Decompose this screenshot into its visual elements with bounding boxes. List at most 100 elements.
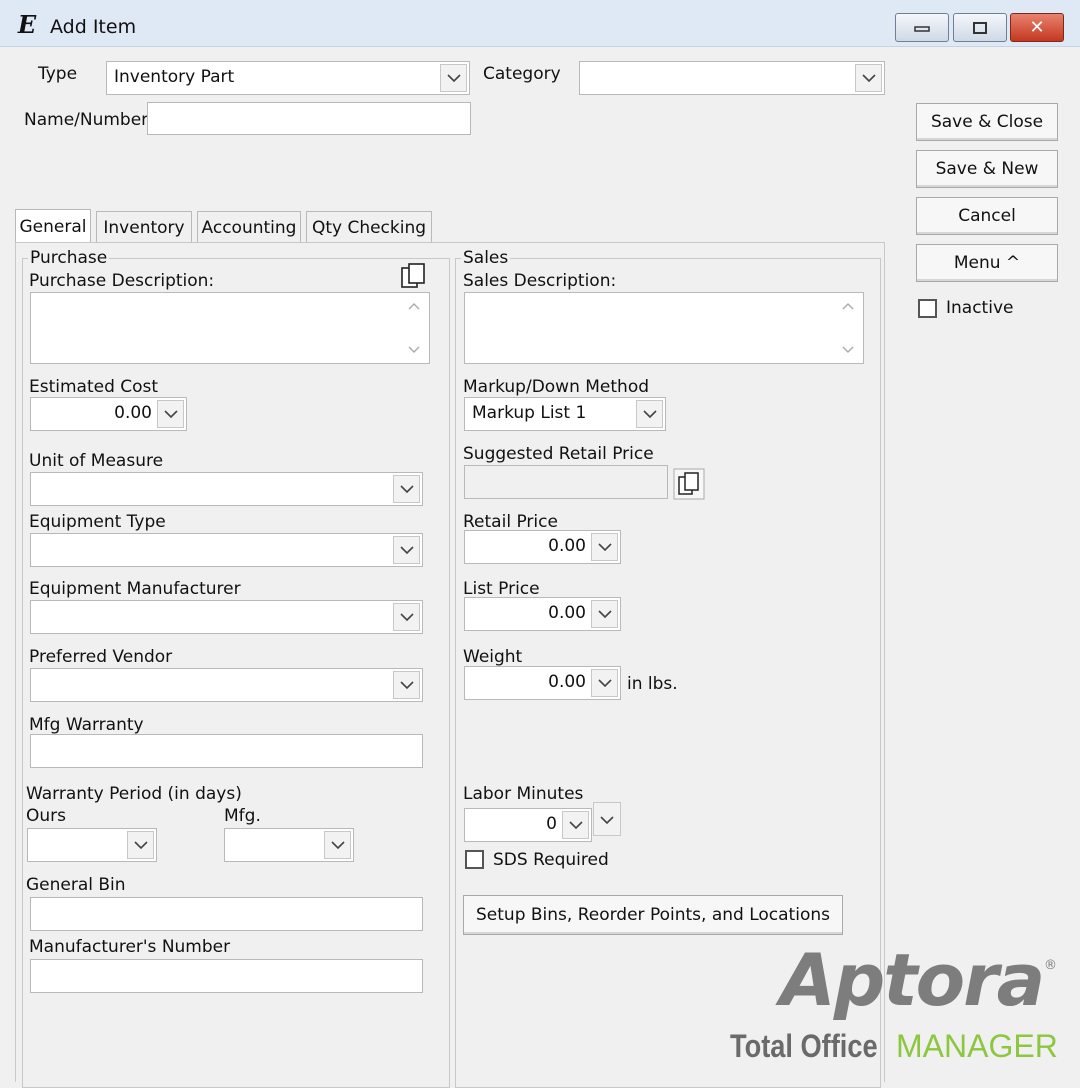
- labor-minutes-input[interactable]: 0: [464, 808, 592, 842]
- save-close-button[interactable]: Save & Close: [916, 103, 1058, 141]
- estimated-cost-label: Estimated Cost: [29, 377, 159, 397]
- suggested-retail-label: Suggested Retail Price: [463, 444, 654, 464]
- warranty-period-label: Warranty Period (in days): [26, 784, 242, 804]
- chevron-down-icon: [393, 603, 420, 631]
- type-label: Type: [38, 64, 78, 84]
- sds-required-checkbox[interactable]: [465, 850, 484, 869]
- chevron-down-icon: [393, 475, 420, 503]
- purchase-description-label: Purchase Description:: [29, 271, 215, 291]
- chevron-down-icon: [157, 400, 184, 428]
- scroll-down-icon[interactable]: [841, 345, 855, 355]
- retail-price-label: Retail Price: [463, 512, 558, 532]
- list-price-label: List Price: [463, 579, 540, 599]
- warranty-ours-label: Ours: [26, 806, 67, 826]
- unit-of-measure-label: Unit of Measure: [29, 451, 164, 471]
- tagline-total-office: Total Office: [730, 1028, 878, 1064]
- unit-of-measure-select[interactable]: [30, 472, 423, 506]
- minimize-icon: [914, 25, 930, 32]
- manufacturer-number-input[interactable]: [30, 959, 423, 993]
- aptora-logo: Aptora ® Total Office MANAGER: [730, 938, 1070, 1075]
- sales-legend: Sales: [461, 248, 511, 268]
- labor-minutes-extra-dropdown[interactable]: [593, 802, 621, 836]
- copy-icon[interactable]: [398, 262, 428, 292]
- retail-price-value: 0.00: [548, 536, 586, 556]
- tab-accounting[interactable]: Accounting: [197, 211, 301, 243]
- sds-required-label: SDS Required: [493, 850, 609, 870]
- maximize-icon: [973, 21, 987, 34]
- chevron-down-icon: [600, 816, 614, 825]
- window-title: Add Item: [50, 16, 137, 38]
- menu-button[interactable]: Menu ^: [916, 244, 1058, 282]
- cancel-button[interactable]: Cancel: [916, 197, 1058, 235]
- warranty-mfg-label: Mfg.: [224, 806, 261, 826]
- chevron-down-icon: [591, 669, 618, 697]
- labor-minutes-label: Labor Minutes: [463, 784, 584, 804]
- category-select[interactable]: [579, 61, 885, 95]
- scroll-up-icon[interactable]: [407, 301, 421, 311]
- sales-description-label: Sales Description:: [463, 271, 617, 291]
- tagline-manager-wrap: MANAGER: [896, 1026, 1058, 1072]
- chevron-down-icon: [636, 400, 663, 428]
- list-price-value: 0.00: [548, 603, 586, 623]
- chevron-down-icon: [591, 600, 618, 628]
- type-select[interactable]: Inventory Part: [106, 61, 470, 95]
- setup-bins-button[interactable]: Setup Bins, Reorder Points, and Location…: [463, 895, 843, 935]
- equipment-type-label: Equipment Type: [29, 512, 166, 532]
- preferred-vendor-label: Preferred Vendor: [29, 647, 173, 667]
- chevron-down-icon: [440, 64, 467, 92]
- scroll-down-icon[interactable]: [407, 345, 421, 355]
- tagline-manager: MANAGER: [896, 1028, 1058, 1064]
- equipment-manufacturer-label: Equipment Manufacturer: [29, 579, 241, 599]
- chevron-down-icon: [324, 831, 351, 859]
- suggested-retail-input: [464, 465, 668, 499]
- retail-price-input[interactable]: 0.00: [464, 530, 621, 564]
- scroll-up-icon[interactable]: [841, 301, 855, 311]
- tab-general[interactable]: General: [15, 209, 91, 243]
- chevron-down-icon: [855, 64, 882, 92]
- list-price-input[interactable]: 0.00: [464, 597, 621, 631]
- name-number-input[interactable]: [147, 102, 471, 135]
- weight-value: 0.00: [548, 672, 586, 692]
- estimated-cost-value: 0.00: [114, 403, 152, 423]
- purchase-description-textarea[interactable]: [30, 292, 430, 364]
- mfg-warranty-input[interactable]: [30, 734, 423, 768]
- save-new-button[interactable]: Save & New: [916, 150, 1058, 188]
- inactive-checkbox[interactable]: [918, 299, 937, 318]
- estimated-cost-input[interactable]: 0.00: [30, 397, 187, 431]
- inactive-label: Inactive: [946, 298, 1014, 318]
- category-label: Category: [483, 64, 561, 84]
- chevron-down-icon: [562, 811, 589, 839]
- markup-method-select[interactable]: Markup List 1: [464, 397, 666, 431]
- chevron-down-icon: [393, 671, 420, 699]
- close-button[interactable]: ✕: [1010, 13, 1064, 42]
- copy-icon[interactable]: [673, 468, 705, 500]
- markup-method-value: Markup List 1: [472, 403, 587, 423]
- registered-mark: ®: [1044, 958, 1057, 973]
- name-number-label: Name/Number: [24, 110, 149, 130]
- warranty-mfg-select[interactable]: [224, 828, 354, 862]
- sales-description-textarea[interactable]: [464, 292, 864, 364]
- equipment-manufacturer-select[interactable]: [30, 600, 423, 634]
- close-icon: ✕: [1029, 17, 1045, 38]
- equipment-type-select[interactable]: [30, 533, 423, 567]
- chevron-down-icon: [591, 533, 618, 561]
- weight-unit-label: in lbs.: [627, 674, 678, 694]
- app-icon: E: [17, 10, 37, 39]
- type-select-value: Inventory Part: [114, 67, 235, 87]
- manufacturer-number-label: Manufacturer's Number: [29, 937, 231, 957]
- general-bin-input[interactable]: [30, 897, 423, 931]
- preferred-vendor-select[interactable]: [30, 668, 423, 702]
- minimize-button[interactable]: [895, 13, 949, 42]
- weight-label: Weight: [463, 647, 523, 667]
- maximize-button[interactable]: [953, 13, 1007, 42]
- warranty-ours-select[interactable]: [27, 828, 157, 862]
- purchase-legend: Purchase: [28, 248, 110, 268]
- tagline: Total Office: [730, 1026, 904, 1072]
- general-bin-label: General Bin: [26, 875, 126, 895]
- aptora-logo-text: Aptora: [780, 938, 1045, 1022]
- tab-qty-checking[interactable]: Qty Checking: [306, 211, 432, 243]
- labor-minutes-value: 0: [546, 814, 557, 834]
- tab-inventory[interactable]: Inventory: [96, 211, 192, 243]
- markup-method-label: Markup/Down Method: [463, 377, 650, 397]
- weight-input[interactable]: 0.00: [464, 666, 621, 700]
